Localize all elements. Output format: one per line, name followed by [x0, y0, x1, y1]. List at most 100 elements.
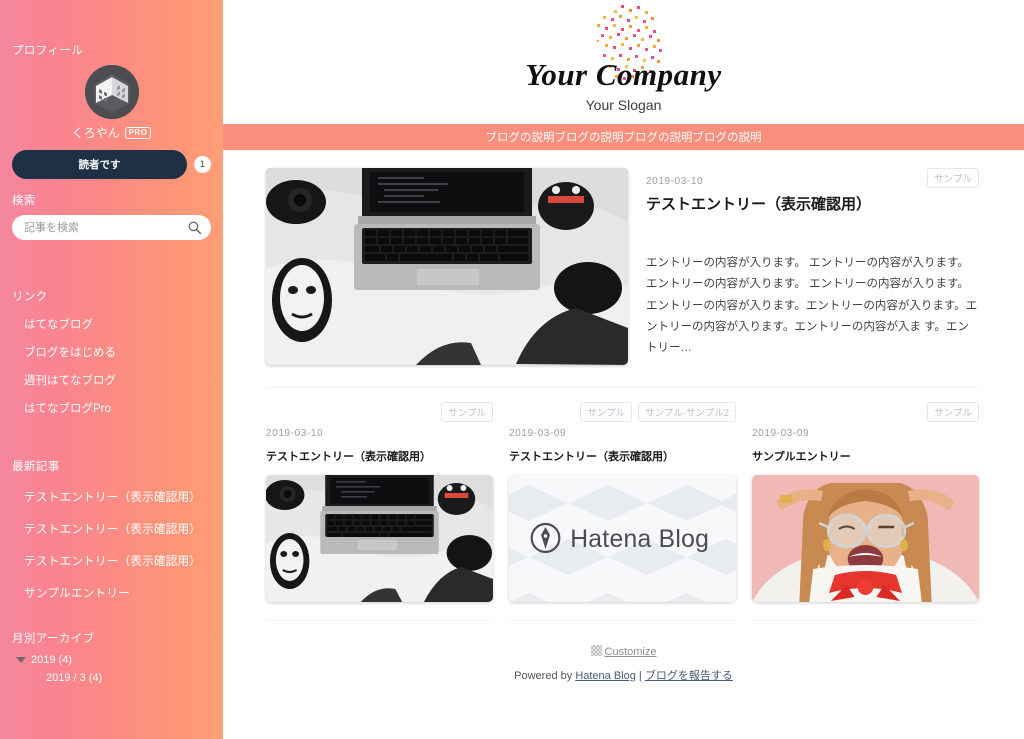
profile-avatar-block: くろやん PRO	[12, 65, 211, 141]
card-tags: サンプル サンプル-サンプル2	[509, 402, 736, 422]
sidebar-link-hatena-pro[interactable]: はてなブログPro	[12, 394, 211, 422]
powered-by-prefix: Powered by	[514, 670, 576, 682]
list-item: テストエントリー（表示確認用）	[12, 480, 211, 512]
blog-title[interactable]: Your Company	[459, 57, 789, 93]
table-row: サンプル サンプル-サンプル2 2019-03-09 テストエントリー（表示確認…	[509, 402, 736, 621]
blog-header: Your Company Your Slogan	[223, 0, 1024, 124]
checkerboard-icon	[590, 645, 602, 656]
hatena-blog-link[interactable]: Hatena Blog	[575, 670, 636, 682]
card-thumbnail[interactable]: Hatena Blog	[509, 475, 736, 602]
featured-entry: サンプル 2019-03-10 テストエントリー（表示確認用） エントリーの内容…	[223, 150, 1024, 365]
archive-heading: 月別アーカイブ	[12, 633, 95, 645]
laptop-mask-photo	[266, 475, 493, 602]
card-separator	[266, 620, 493, 621]
list-item: はてなブログ	[12, 310, 211, 338]
logo-art: Your Company	[459, 2, 789, 98]
archive-year-row[interactable]: 2019 (4)	[12, 654, 211, 666]
archive-year-label[interactable]: 2019 (4)	[31, 654, 72, 666]
profile-username[interactable]: くろやん	[72, 124, 120, 141]
sidebar-link-weekly-hatena[interactable]: 週刊はてなブログ	[12, 366, 211, 394]
table-row: サンプル 2019-03-10 テストエントリー（表示確認用）	[266, 402, 493, 621]
list-item: テストエントリー（表示確認用）	[12, 512, 211, 544]
latest-entry-link-2[interactable]: テストエントリー（表示確認用）	[12, 512, 211, 544]
tag[interactable]: サンプル-サンプル2	[638, 402, 736, 422]
svg-text:Hatena Blog: Hatena Blog	[570, 526, 709, 553]
card-separator	[752, 620, 979, 621]
card-date: 2019-03-09	[509, 428, 567, 439]
sidebar-link-hatena-blog[interactable]: はてなブログ	[12, 310, 211, 338]
tag[interactable]: サンプル	[580, 402, 633, 422]
latest-entries-heading: 最新記事	[12, 461, 60, 473]
tag[interactable]: サンプル	[927, 402, 979, 422]
sidebar-section-links: リンク はてなブログ ブログをはじめる 週刊はてなブログ はてなブログPro	[12, 288, 211, 422]
laptop-mask-photo	[266, 168, 628, 365]
sidebar-section-archive: 月別アーカイブ 2019 (4) 2019 / 3 (4)	[12, 630, 211, 684]
card-thumbnail[interactable]	[266, 475, 493, 602]
list-item: 2019 (4) 2019 / 3 (4)	[12, 654, 211, 684]
report-blog-link[interactable]: ブログを報告する	[645, 670, 733, 682]
featured-entry-thumbnail[interactable]	[266, 168, 628, 365]
tag[interactable]: サンプル	[441, 402, 493, 422]
card-separator	[509, 620, 736, 621]
laughing-woman-photo	[752, 475, 979, 602]
links-heading: リンク	[12, 291, 48, 303]
blog-logo-block[interactable]: Your Company Your Slogan	[223, 0, 1024, 113]
profile-name-row: くろやん PRO	[12, 124, 211, 141]
search-heading: 検索	[12, 195, 36, 207]
tag[interactable]: サンプル	[927, 168, 979, 188]
card-date: 2019-03-09	[752, 428, 810, 439]
list-item: 週刊はてなブログ	[12, 366, 211, 394]
profile-heading: プロフィール	[12, 45, 84, 57]
triangle-down-icon[interactable]	[16, 657, 26, 663]
entry-card-grid: サンプル 2019-03-10 テストエントリー（表示確認用） サンプル サンプ…	[223, 388, 1024, 621]
subscriber-count-badge: 1	[194, 156, 211, 173]
card-tags: サンプル	[266, 402, 493, 422]
list-item: テストエントリー（表示確認用）	[12, 544, 211, 576]
card-title[interactable]: テストエントリー（表示確認用）	[266, 448, 493, 464]
featured-entry-excerpt: エントリーの内容が入ります。 エントリーの内容が入ります。 エントリーの内容が入…	[646, 257, 978, 355]
list-item: サンプルエントリー	[12, 576, 211, 608]
blog-page: プロフィール くろやん PRO 読者です 1 検索 記事を検索 リンク はてなブ…	[0, 0, 1024, 739]
footer-separator: |	[635, 670, 645, 682]
list-item: ブログをはじめる	[12, 338, 211, 366]
sidebar: プロフィール くろやん PRO 読者です 1 検索 記事を検索 リンク はてなブ…	[0, 0, 223, 739]
archive-month-link[interactable]: 2019 / 3 (4)	[12, 672, 211, 684]
entries-container: サンプル 2019-03-10 テストエントリー（表示確認用） エントリーの内容…	[223, 150, 1024, 683]
blog-footer: Customize Powered by Hatena Blog | ブログを報…	[223, 645, 1024, 683]
blog-description-bar: ブログの説明ブログの説明ブログの説明ブログの説明	[223, 124, 1024, 150]
latest-entry-link-1[interactable]: テストエントリー（表示確認用）	[12, 480, 211, 512]
hatena-blog-placeholder: Hatena Blog	[509, 475, 736, 602]
latest-entry-link-4[interactable]: サンプルエントリー	[12, 576, 211, 608]
customize-line: Customize	[223, 645, 1024, 658]
subscribe-button[interactable]: 読者です	[12, 150, 187, 179]
search-input[interactable]	[12, 215, 211, 240]
sidebar-link-start-blog[interactable]: ブログをはじめる	[12, 338, 211, 366]
sidebar-section-search: 検索	[12, 192, 211, 240]
links-list: はてなブログ ブログをはじめる 週刊はてなブログ はてなブログPro	[12, 310, 211, 422]
featured-entry-body: サンプル 2019-03-10 テストエントリー（表示確認用） エントリーの内容…	[646, 168, 979, 365]
card-title[interactable]: サンプルエントリー	[752, 448, 979, 464]
card-title[interactable]: テストエントリー（表示確認用）	[509, 448, 736, 464]
card-date: 2019-03-10	[266, 428, 324, 439]
featured-entry-tags: サンプル	[927, 168, 979, 188]
search-box[interactable]	[12, 215, 211, 240]
main-content: Your Company Your Slogan ブログの説明ブログの説明ブログ…	[223, 0, 1024, 739]
latest-entry-link-3[interactable]: テストエントリー（表示確認用）	[12, 544, 211, 576]
powered-by-line: Powered by Hatena Blog | ブログを報告する	[223, 667, 1024, 683]
archive-list: 2019 (4) 2019 / 3 (4)	[12, 654, 211, 684]
card-tags: サンプル	[752, 402, 979, 422]
search-icon[interactable]	[187, 220, 202, 235]
avatar[interactable]	[84, 65, 139, 119]
subscribe-row: 読者です 1	[12, 150, 211, 179]
blog-slogan: Your Slogan	[585, 97, 662, 113]
latest-entries-list: テストエントリー（表示確認用） テストエントリー（表示確認用） テストエントリー…	[12, 480, 211, 608]
featured-entry-title[interactable]: テストエントリー（表示確認用）	[646, 194, 979, 215]
list-item: はてなブログPro	[12, 394, 211, 422]
pro-badge: PRO	[124, 126, 152, 139]
customize-link[interactable]: Customize	[605, 646, 657, 658]
blog-description-text: ブログの説明ブログの説明ブログの説明ブログの説明	[485, 132, 762, 144]
card-thumbnail[interactable]	[752, 475, 979, 602]
table-row: サンプル 2019-03-09 サンプルエントリー	[752, 402, 979, 621]
sidebar-section-profile: プロフィール くろやん PRO 読者です 1	[12, 42, 211, 179]
sidebar-section-latest-entries: 最新記事 テストエントリー（表示確認用） テストエントリー（表示確認用） テスト…	[12, 458, 211, 608]
